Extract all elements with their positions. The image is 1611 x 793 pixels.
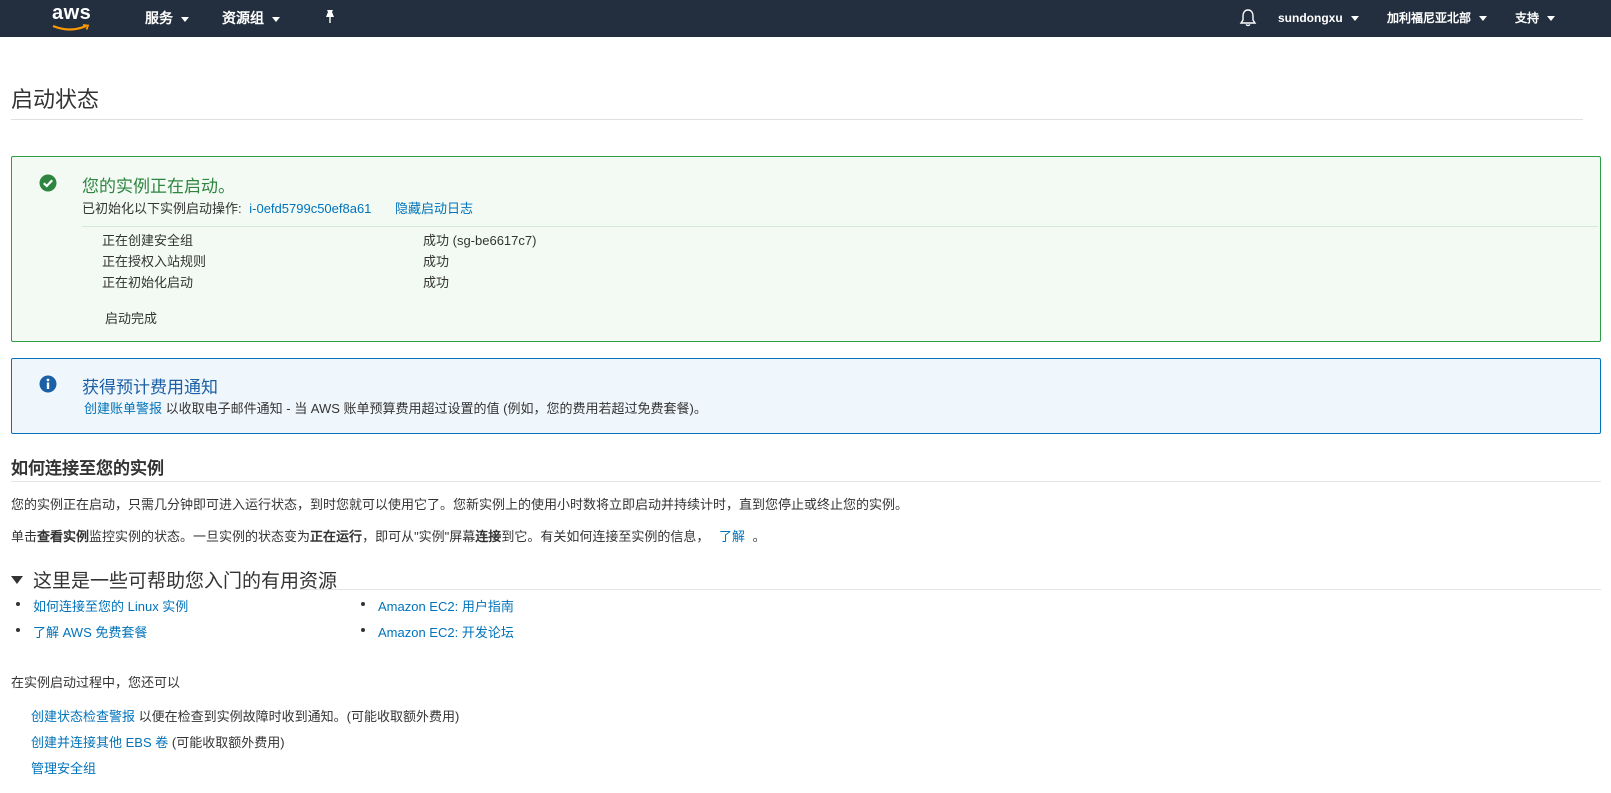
- para2-text: 监控实例的状态。一旦实例的状态变为: [89, 529, 311, 544]
- collapse-triangle-icon: [11, 575, 23, 584]
- user-menu[interactable]: sundongxu: [1278, 0, 1359, 37]
- connect-term: 连接: [475, 529, 502, 544]
- list-item: 创建并连接其他 EBS 卷 (可能收取额外费用): [31, 732, 285, 751]
- resources-heading[interactable]: 这里是一些可帮助您入门的有用资源: [11, 566, 337, 593]
- log-result: 成功: [423, 254, 450, 269]
- instance-id-link[interactable]: i-0efd5799c50ef8a61: [249, 201, 371, 216]
- connect-paragraph-1: 您的实例正在启动，只需几分钟即可进入运行状态，到时您就可以使用它了。您新实例上的…: [11, 497, 909, 512]
- services-label: 服务: [145, 10, 173, 26]
- chevron-down-icon: [272, 16, 280, 22]
- log-divider: [82, 226, 1598, 227]
- chevron-down-icon: [1479, 16, 1488, 22]
- log-result: 成功: [423, 275, 450, 290]
- hide-launch-log-link[interactable]: 隐藏启动日志: [395, 201, 473, 216]
- create-ebs-volume-link[interactable]: 创建并连接其他 EBS 卷: [31, 735, 168, 750]
- resource-groups-label: 资源组: [222, 10, 264, 26]
- para2-end: 。: [752, 529, 766, 544]
- billing-alert-panel: 获得预计费用通知 创建账单警报 以收取电子邮件通知 - 当 AWS 账单预算费用…: [11, 358, 1601, 434]
- log-result: 成功 (sg-be6617c7): [423, 233, 537, 248]
- connect-paragraph-2: 单击查看实例监控实例的状态。一旦实例的状态变为正在运行，即可从"实例"屏幕连接到…: [11, 526, 766, 545]
- list-item: 创建状态检查警报 以便在检查到实例故障时收到通知。(可能收取额外费用): [31, 706, 459, 725]
- running-term: 正在运行: [310, 529, 363, 544]
- info-circle-icon: [39, 375, 57, 393]
- pin-icon[interactable]: [323, 9, 337, 25]
- region-label: 加利福尼亚北部: [1387, 11, 1472, 25]
- logo-smile-icon: [52, 24, 90, 31]
- bell-icon[interactable]: [1238, 8, 1258, 28]
- success-sub-prefix: 已初始化以下实例启动操作:: [82, 201, 242, 216]
- para2-text: 单击: [11, 529, 38, 544]
- chevron-down-icon: [181, 16, 189, 22]
- view-instances-term: 查看实例: [37, 529, 90, 544]
- aws-logo[interactable]: aws: [52, 2, 100, 34]
- list-item: 如何连接至您的 Linux 实例: [16, 596, 188, 615]
- para2-text: 到它。有关如何连接至实例的信息，: [501, 529, 710, 544]
- services-menu[interactable]: 服务: [145, 0, 189, 37]
- free-tier-link[interactable]: 了解 AWS 免费套餐: [33, 625, 147, 640]
- list-item: 管理安全组: [31, 758, 96, 777]
- log-step: 正在创建安全组: [102, 233, 194, 248]
- bullet: [361, 628, 365, 632]
- bullet: [16, 628, 20, 632]
- log-step: 正在初始化启动: [102, 275, 194, 290]
- support-label: 支持: [1515, 11, 1540, 25]
- also-heading: 在实例启动过程中，您还可以: [11, 675, 181, 690]
- list-item: 了解 AWS 免费套餐: [16, 622, 147, 641]
- create-billing-alarm-link[interactable]: 创建账单警报: [84, 401, 162, 416]
- log-step: 正在授权入站规则: [102, 254, 207, 269]
- connect-divider: [11, 481, 1601, 482]
- bullet: [16, 602, 20, 606]
- connect-heading: 如何连接至您的实例: [11, 459, 164, 478]
- billing-alert-title: 获得预计费用通知: [82, 378, 218, 397]
- list-item: Amazon EC2: 开发论坛: [361, 622, 514, 641]
- list-item: Amazon EC2: 用户指南: [361, 596, 514, 615]
- para2-text: ，即可从"实例"屏幕: [362, 529, 476, 544]
- billing-alert-description: 以收取电子邮件通知 - 当 AWS 账单预算费用超过设置的值 (例如，您的费用若…: [165, 401, 707, 416]
- linux-connect-link[interactable]: 如何连接至您的 Linux 实例: [33, 599, 188, 614]
- also-item-text: 以便在检查到实例故障时收到通知。(可能收取额外费用): [138, 709, 460, 724]
- learn-more-link[interactable]: 了解: [719, 529, 745, 544]
- support-menu[interactable]: 支持: [1515, 0, 1556, 37]
- launch-complete-text: 启动完成: [105, 311, 158, 326]
- success-subtitle: 已初始化以下实例启动操作: i-0efd5799c50ef8a61 隐藏启动日志: [82, 198, 473, 217]
- create-status-check-alarm-link[interactable]: 创建状态检查警报: [31, 709, 135, 724]
- check-circle-icon: [39, 174, 57, 192]
- title-divider: [11, 119, 1583, 120]
- resources-heading-text: 这里是一些可帮助您入门的有用资源: [33, 571, 338, 592]
- logo-text: aws: [52, 2, 92, 24]
- chevron-down-icon: [1350, 16, 1359, 22]
- manage-security-groups-link[interactable]: 管理安全组: [31, 761, 96, 776]
- launch-success-panel: 您的实例正在启动。 已初始化以下实例启动操作: i-0efd5799c50ef8…: [11, 156, 1601, 342]
- chevron-down-icon: [1547, 16, 1556, 22]
- success-title: 您的实例正在启动。: [82, 177, 235, 196]
- page-title: 启动状态: [11, 87, 100, 112]
- top-navigation-bar: aws 服务 资源组 sundongxu 加利福尼亚北部 支持: [0, 0, 1611, 37]
- also-item-text: (可能收取额外费用): [171, 735, 285, 750]
- region-menu[interactable]: 加利福尼亚北部: [1387, 0, 1488, 37]
- user-guide-link[interactable]: Amazon EC2: 用户指南: [378, 599, 514, 614]
- bullet: [361, 602, 365, 606]
- dev-forum-link[interactable]: Amazon EC2: 开发论坛: [378, 625, 514, 640]
- resource-groups-menu[interactable]: 资源组: [222, 0, 280, 37]
- billing-alert-text: 创建账单警报 以收取电子邮件通知 - 当 AWS 账单预算费用超过设置的值 (例…: [84, 398, 707, 417]
- resources-divider: [300, 589, 1601, 590]
- user-label: sundongxu: [1278, 11, 1343, 25]
